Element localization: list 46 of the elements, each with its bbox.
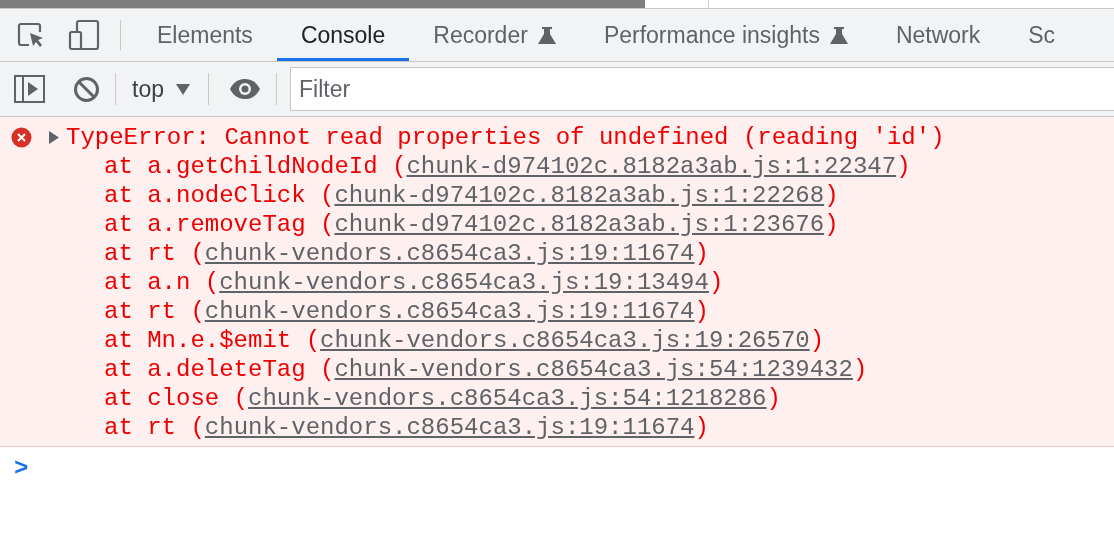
source-link[interactable]: chunk-vendors.c8654ca3.js:19:26570 [320,327,810,354]
panel-tab[interactable]: Network [871,9,1005,61]
closing-paren: ) [824,211,839,238]
source-link[interactable]: chunk-vendors.c8654ca3.js:19:13494 [219,269,709,296]
stack-frame-text: at Mn.e.$emit ( [104,327,321,354]
stack-frame-text: at a.n ( [104,269,220,296]
console-prompt[interactable]: > [14,451,29,487]
closing-paren: ) [896,153,911,180]
source-link[interactable]: chunk-vendors.c8654ca3.js:54:1239432 [334,356,853,383]
closing-paren: ) [694,240,709,267]
closing-paren: ) [852,356,868,383]
expand-triangle-icon[interactable] [49,131,60,144]
closing-paren: ) [694,298,709,325]
stack-frame-text: at rt ( [104,298,205,325]
source-link[interactable]: chunk-vendors.c8654ca3.js:19:11674 [204,298,695,325]
closing-paren: ) [824,182,839,209]
source-link[interactable]: chunk-d974102c.8182a3ab.js:1:22347 [406,153,897,180]
stack-frame-text: at a.nodeClick ( [104,182,335,209]
source-link[interactable]: chunk-d974102c.8182a3ab.js:1:22268 [334,182,825,209]
stack-frame-text: at a.getChildNodeId ( [104,153,407,180]
stack-frame-text: at close ( [104,385,249,412]
sidebar-toggle-icon[interactable] [14,75,45,103]
closing-paren: ) [694,414,709,441]
device-icon[interactable] [68,19,100,51]
source-link[interactable]: chunk-vendors.c8654ca3.js:54:1218286 [248,385,767,412]
panel-tab[interactable]: Performance insights [579,9,872,61]
error-message: TypeError: Cannot read properties of undefined (reading 'id') [66,123,945,152]
context-dropdown[interactable]: top [132,71,190,107]
stack-frame-text: at a.removeTag ( [104,211,335,238]
closing-paren: ) [809,327,825,354]
stack-frame-text: at rt ( [104,414,205,441]
panel-tab[interactable]: Elements [133,9,277,61]
source-link[interactable]: chunk-d974102c.8182a3ab.js:1:23676 [334,211,825,238]
source-link[interactable]: chunk-vendors.c8654ca3.js:19:11674 [204,414,695,441]
clear-icon[interactable] [73,75,100,103]
source-link[interactable]: chunk-vendors.c8654ca3.js:19:11674 [204,240,695,267]
error-icon [11,127,32,148]
panel-tab[interactable]: Recorder [409,9,580,61]
filter-field[interactable]: Filter [290,67,1114,111]
closing-paren: ) [708,269,724,296]
panel-tab[interactable]: Sc [1004,9,1080,61]
dropdown-caret-icon [176,83,190,95]
stack-frame-text: at a.deleteTag ( [104,356,335,383]
stack-frame-text: at rt ( [104,240,205,267]
eye-icon[interactable] [229,78,261,100]
closing-paren: ) [766,385,781,412]
